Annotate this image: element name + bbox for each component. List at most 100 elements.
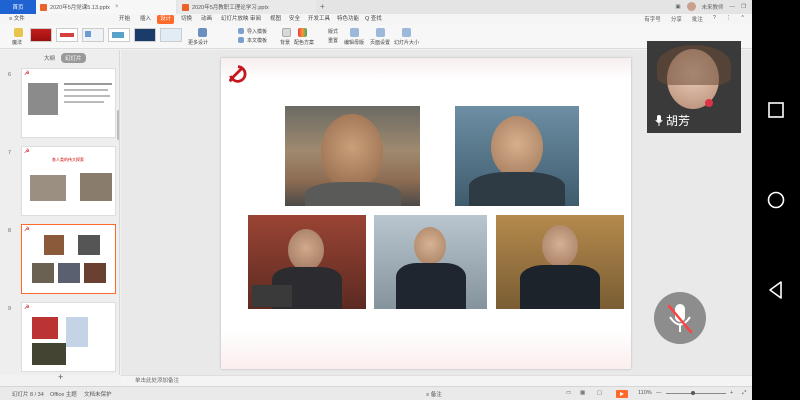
recent-apps-icon[interactable]	[766, 100, 786, 120]
magic-label: 魔法	[12, 40, 23, 46]
tab-home-label: 首页	[12, 5, 24, 11]
design-ribbon: 魔法 更多设计 导入模板 本文模板 背景 配色方案 版式 重置 编辑母版 页面设…	[0, 25, 752, 49]
reset-button[interactable]: 重置	[328, 37, 338, 44]
slide-thumbnail-selected[interactable]: ☭	[21, 224, 116, 294]
tab-document-1[interactable]: 2020年5月党课5.13.pptx ×	[36, 0, 176, 14]
user-avatar[interactable]	[686, 2, 696, 11]
portrait-photo-4	[374, 215, 487, 309]
slide-footer-decoration	[221, 329, 631, 369]
slide-position-indicator: 幻灯片 8 / 34	[12, 392, 44, 398]
more-icon[interactable]: ⋮	[726, 15, 732, 23]
background-icon[interactable]	[282, 28, 291, 37]
tab-outline[interactable]: 大纲	[40, 53, 59, 63]
outline-tabs: 大纲 幻灯片	[40, 53, 86, 63]
design-thumb-1[interactable]	[30, 28, 52, 42]
tab-bar: 首页 2020年5月党课5.13.pptx × 2020年5月教职工理论学习.p…	[0, 0, 752, 14]
document-protection-status[interactable]: 文档未保护	[84, 390, 112, 398]
edit-master-button[interactable]: 编辑母版	[344, 39, 364, 46]
design-thumb-6[interactable]	[160, 28, 182, 42]
menu-start[interactable]: 开始	[116, 15, 133, 24]
page-setup-button[interactable]: 页面设置	[370, 39, 390, 46]
new-tab-icon[interactable]: +	[320, 2, 325, 11]
zoom-in-button[interactable]: +	[730, 390, 733, 396]
color-scheme-icon[interactable]	[298, 28, 307, 37]
participant-label: 胡芳	[655, 112, 690, 129]
window-count-icon[interactable]: ▣	[675, 4, 680, 10]
menu-view[interactable]: 视图	[267, 15, 284, 24]
import-template-button[interactable]: 导入模板	[247, 28, 267, 35]
menu-right-1[interactable]: 有字号	[644, 15, 661, 23]
restore-icon[interactable]: ❐	[741, 4, 746, 10]
menu-animation[interactable]: 动画	[198, 15, 215, 24]
menu-file[interactable]: ≡ 文件	[6, 15, 28, 24]
tab-slides[interactable]: 幻灯片	[61, 53, 86, 63]
sorter-view-icon[interactable]: ▦	[580, 390, 585, 396]
comment-button[interactable]: 批注	[692, 15, 703, 23]
magic-icon[interactable]	[14, 28, 23, 37]
tab-home[interactable]: 首页	[0, 0, 36, 14]
minimize-icon[interactable]: —	[730, 4, 736, 10]
slide-thumbnail-title: 各人类的伟大探索	[52, 157, 84, 162]
slide-thumbnail[interactable]: ☭ 各人类的伟大探索	[21, 146, 116, 216]
slide-size-icon[interactable]	[402, 28, 411, 37]
menu-search[interactable]: Q 查找	[362, 15, 385, 24]
collapse-ribbon-icon[interactable]: ^	[741, 15, 744, 23]
reading-view-icon[interactable]: ▢	[597, 390, 602, 396]
menu-insert[interactable]: 插入	[137, 15, 154, 24]
slide-size-button[interactable]: 幻灯片大小	[394, 39, 419, 46]
menu-transition[interactable]: 切换	[178, 15, 195, 24]
zoom-slider[interactable]	[666, 391, 726, 395]
fit-window-icon[interactable]: ⤢	[742, 390, 746, 397]
menu-design[interactable]: 设计	[157, 15, 175, 24]
slide-number: 7	[8, 150, 12, 156]
notes-placeholder[interactable]: 单击此处添加备注	[135, 378, 179, 384]
design-thumb-3[interactable]	[82, 28, 104, 42]
more-design-label[interactable]: 更多设计	[188, 39, 208, 46]
menu-features[interactable]: 特色功能	[334, 15, 362, 24]
format-button[interactable]: 版式	[328, 28, 338, 35]
tab-document-1-label: 2020年5月党课5.13.pptx	[50, 5, 110, 11]
color-scheme-button[interactable]: 配色方案	[294, 39, 314, 46]
menu-security[interactable]: 安全	[286, 15, 303, 24]
menu-developer[interactable]: 开发工具	[305, 15, 333, 24]
design-thumb-2[interactable]	[56, 28, 78, 42]
notes-bar[interactable]: 单击此处添加备注	[121, 375, 752, 386]
help-icon[interactable]: ?	[713, 15, 716, 23]
background-button[interactable]: 背景	[280, 39, 290, 46]
portrait-photo-3	[248, 215, 366, 309]
design-thumb-5[interactable]	[134, 28, 156, 42]
current-slide[interactable]	[221, 58, 631, 369]
outline-scrollbar[interactable]	[117, 110, 119, 140]
slide-header-band	[221, 58, 631, 80]
notes-toggle-button[interactable]: ≡ 备注	[426, 390, 442, 398]
share-button[interactable]: 分享	[671, 15, 682, 23]
play-slideshow-button[interactable]	[616, 390, 628, 398]
edit-master-icon[interactable]	[350, 28, 359, 37]
pptx-file-icon	[40, 3, 47, 11]
zoom-level[interactable]: 110%	[638, 390, 652, 396]
participant-video[interactable]: 胡芳	[647, 41, 741, 133]
slide-thumbnail[interactable]: ☭	[21, 68, 116, 138]
this-template-button[interactable]: 本文模板	[247, 37, 267, 44]
slide-thumbnail[interactable]: ☭	[21, 302, 116, 372]
portrait-photo-5	[496, 215, 624, 309]
home-icon[interactable]	[766, 190, 786, 210]
more-design-icon[interactable]	[198, 28, 207, 37]
zoom-out-button[interactable]: —	[656, 390, 662, 396]
wps-presentation-window: 首页 2020年5月党课5.13.pptx × 2020年5月教职工理论学习.p…	[0, 0, 752, 400]
tab-document-2[interactable]: 2020年5月教职工理论学习.pptx	[178, 0, 316, 14]
this-template-icon[interactable]	[238, 37, 244, 43]
design-thumb-4[interactable]	[108, 28, 130, 42]
slide-number: 6	[8, 72, 12, 78]
portrait-photo-2	[455, 106, 579, 206]
back-icon[interactable]	[766, 280, 786, 300]
mute-microphone-button[interactable]	[654, 292, 706, 344]
menu-review[interactable]: 审阅	[247, 15, 264, 24]
page-setup-icon[interactable]	[376, 28, 385, 37]
normal-view-icon[interactable]: ▭	[566, 390, 571, 396]
zoom-slider-knob[interactable]	[690, 391, 695, 395]
add-slide-button[interactable]: +	[58, 372, 63, 382]
user-name[interactable]: 未来教师	[702, 3, 724, 11]
close-icon[interactable]: ×	[115, 4, 119, 10]
import-template-icon[interactable]	[238, 28, 244, 34]
